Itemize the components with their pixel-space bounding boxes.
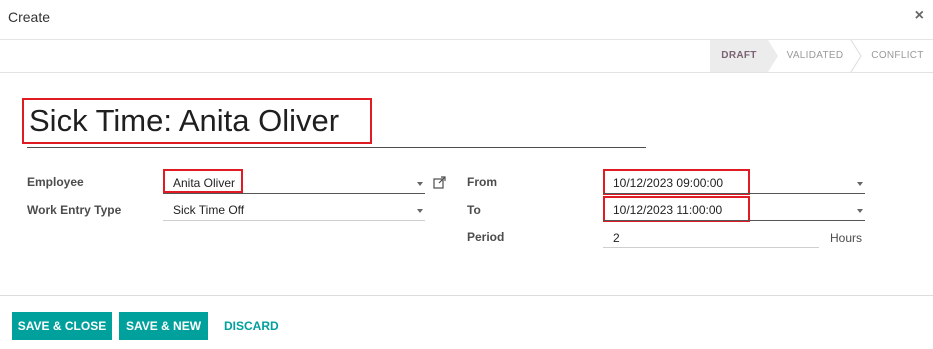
record-name-field[interactable]: Sick Time: Anita Oliver: [29, 103, 339, 139]
from-underline: [603, 193, 865, 194]
work-entry-type-field[interactable]: Sick Time Off: [173, 203, 244, 217]
name-underline: [27, 147, 646, 148]
footer-divider: [0, 295, 933, 296]
to-highlight: [603, 196, 750, 222]
save-close-button[interactable]: SAVE & CLOSE: [12, 312, 112, 340]
external-link-icon[interactable]: [433, 176, 447, 190]
dialog-title: Create: [8, 9, 51, 25]
from-highlight: [603, 169, 750, 195]
work-entry-type-caret-icon[interactable]: [417, 209, 423, 213]
stage-draft[interactable]: DRAFT: [710, 40, 768, 72]
stage-conflict[interactable]: CONFLICT: [862, 40, 933, 72]
employee-highlight: [163, 169, 243, 193]
work-entry-type-underline: [163, 220, 425, 221]
save-new-button[interactable]: SAVE & NEW: [119, 312, 208, 340]
to-label: To: [467, 203, 481, 217]
to-caret-icon[interactable]: [857, 209, 863, 213]
discard-button[interactable]: DISCARD: [224, 312, 279, 340]
employee-label: Employee: [27, 175, 84, 189]
employee-dropdown-caret-icon[interactable]: [417, 182, 423, 186]
status-bar: DRAFT VALIDATED CONFLICT: [0, 40, 933, 73]
stage-validated[interactable]: VALIDATED: [776, 40, 854, 72]
period-unit: Hours: [830, 231, 863, 245]
stage-separator-icon: [850, 40, 862, 72]
dialog-header: Create ×: [0, 0, 933, 40]
employee-underline: [163, 193, 425, 194]
period-underline: [603, 247, 819, 248]
period-field[interactable]: 2: [613, 231, 620, 245]
from-label: From: [467, 175, 497, 189]
to-underline: [603, 220, 865, 221]
work-entry-type-label: Work Entry Type: [27, 203, 122, 217]
period-label: Period: [467, 230, 505, 244]
close-icon[interactable]: ×: [915, 7, 924, 25]
from-caret-icon[interactable]: [857, 182, 863, 186]
